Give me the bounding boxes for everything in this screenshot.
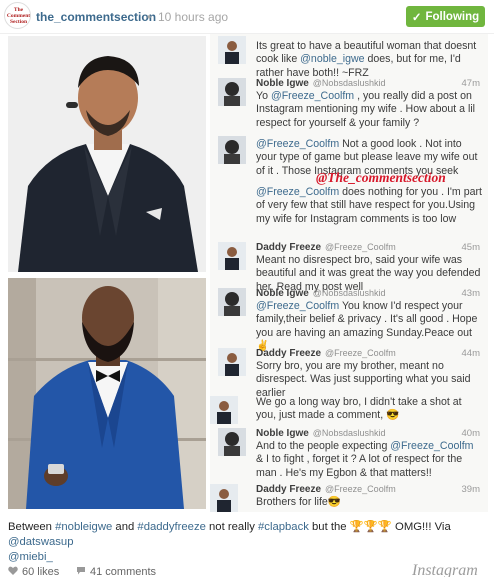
comments-count[interactable]: 41 comments [76,566,156,577]
comment-text: @Freeze_Coolfm You know I'd respect your… [256,300,478,353]
avatar[interactable]: The Comment Section [4,2,31,29]
comment-item: Noble Igwe @Nobsdaslushkid 47m Yo @Freeze… [210,78,488,136]
comment-time: 45m [461,242,480,253]
mention-link: @Freeze_Coolfm [270,90,355,102]
post-caption: Between #nobleigwe and #daddyfreeze not … [8,521,451,563]
mention-link: @Freeze_Coolfm [256,186,340,198]
commenter-avatar [210,484,238,512]
commenter-name: Daddy Freeze @Freeze_Coolfm [256,242,396,253]
comment-time: 43m [461,288,480,299]
commenter-avatar [218,242,246,270]
mention-link: @Freeze_Coolfm [390,440,474,452]
comment-time: 39m [461,484,480,495]
comment-time: 47m [461,78,480,89]
commenter-avatar [218,78,246,106]
mention-link: @noble_igwe [300,53,365,66]
commenter-name: Daddy Freeze @Freeze_Coolfm [256,484,396,495]
commenter-name: Daddy Freeze @Freeze_Coolfm [256,348,396,359]
commenter-avatar [218,288,246,316]
following-label: Following [425,10,480,23]
comment-text: Its great to have a beautiful woman that… [256,40,477,79]
separator-dot: • [147,10,152,24]
photo-daddy-freeze [8,36,206,272]
comment-item: Noble Igwe @Nobsdaslushkid 43m @Freeze_Co… [210,288,488,352]
commenter-avatar [218,428,246,456]
check-icon: ✓ [411,11,422,24]
instagram-post: The Comment Section the_commentsection •… [0,0,494,577]
comment-text: Yo @Freeze_Coolfm , you really did a pos… [256,90,476,129]
post-header: The Comment Section the_commentsection •… [0,0,494,34]
comment-item: @Freeze_Coolfm Not a good look . Not int… [210,136,488,185]
comment-item: Noble Igwe @Nobsdaslushkid 40m And to the… [210,428,488,484]
comment-text: We go a long way bro, I didn't take a sh… [256,396,462,422]
mention-link[interactable]: @datswasup [8,536,73,548]
likes-count[interactable]: 60 likes [8,566,59,577]
comment-item: Its great to have a beautiful woman that… [210,34,488,79]
commenter-avatar [210,396,238,424]
comment-text: Brothers for life😎 [256,496,342,508]
avatar-logo-text: The Comment Section [6,7,31,25]
post-time[interactable]: 10 hours ago [158,10,228,24]
commenter-avatar [218,36,246,64]
comment-item: Daddy Freeze @Freeze_Coolfm 44m Sorry bro… [210,348,488,399]
trophy-emoji: 🏆🏆🏆 [349,521,392,533]
comment-bubble-icon [76,566,86,577]
comment-thread-screenshot: Its great to have a beautiful woman that… [210,34,488,512]
mention-link: @Freeze_Coolfm [256,138,340,150]
commenter-name: Noble Igwe @Nobsdaslushkid [256,288,386,299]
commenter-avatar [218,348,246,376]
commenter-avatar [218,136,246,164]
commenter-name: Noble Igwe @Nobsdaslushkid [256,78,386,89]
post-footer: 60 likes 41 comments Instagram [0,562,494,577]
comment-time: 44m [461,348,480,359]
comment-item: We go a long way bro, I didn't take a sh… [210,394,488,426]
instagram-logo: Instagram [412,562,478,577]
comment-item: Daddy Freeze @Freeze_Coolfm 39m Brothers … [210,484,488,512]
watermark-text: @The_commentsection [316,170,446,185]
hashtag-link[interactable]: #nobleigwe [55,521,112,533]
comment-text: @Freeze_Coolfm does nothing for you . I'… [256,186,482,225]
commenter-name: Noble Igwe @Nobsdaslushkid [256,428,386,439]
hashtag-link[interactable]: #daddyfreeze [137,521,205,533]
mention-link: @Freeze_Coolfm [256,300,340,312]
heart-icon [8,566,18,577]
comment-time: 40m [461,428,480,439]
comment-item: @Freeze_Coolfm does nothing for you . I'… [210,186,488,244]
following-button[interactable]: ✓ Following [406,6,485,27]
hashtag-link[interactable]: #clapback [258,521,309,533]
comment-text: And to the people expecting @Freeze_Cool… [256,440,474,479]
photo-noble-igwe [8,278,206,509]
username-link[interactable]: the_commentsection [36,10,156,24]
